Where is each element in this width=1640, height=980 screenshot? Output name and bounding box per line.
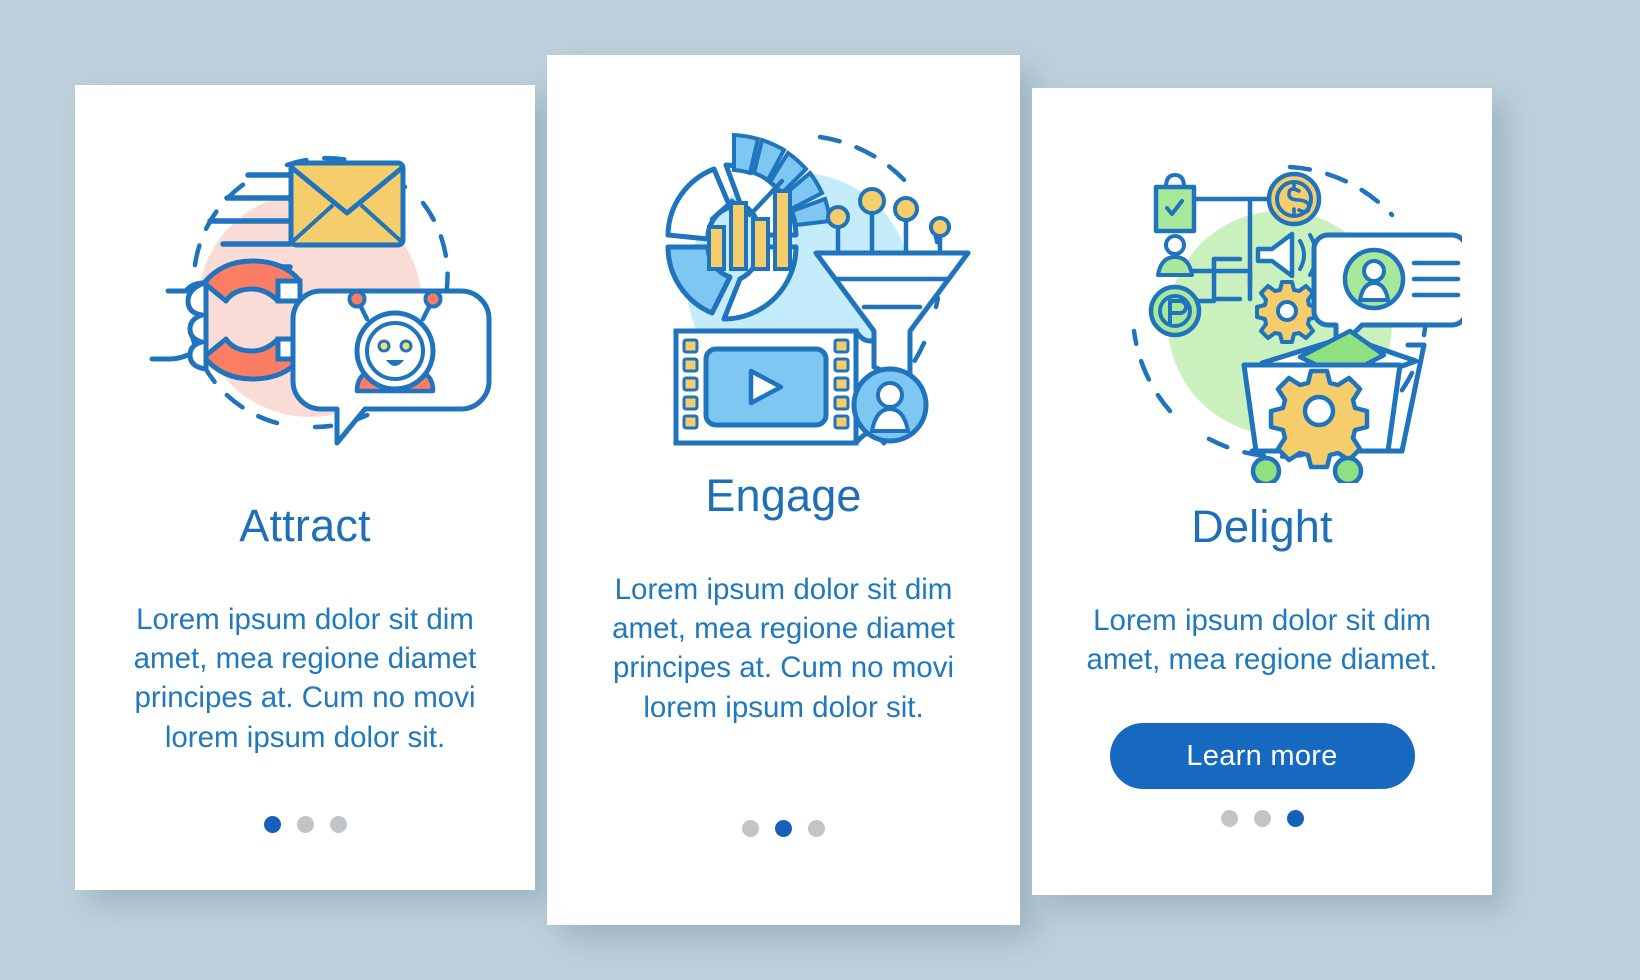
shopping-bag-check-icon <box>1153 172 1197 234</box>
pagination-dot-3[interactable] <box>1286 810 1304 827</box>
dollar-coin-icon <box>1266 171 1322 227</box>
pagination-dots-attract[interactable] <box>75 816 535 833</box>
card-body-engage: Lorem ipsum dolor sit dim amet, mea regi… <box>612 573 955 724</box>
card-title-engage: Engage <box>705 470 862 521</box>
attract-magnet-email-chatbot-icon <box>149 155 492 446</box>
onboarding-screens-stage: Attract Lorem ipsum dolor sit dim amet, … <box>0 0 1640 980</box>
pagination-dot-2[interactable] <box>1253 810 1271 827</box>
film-video-icon <box>673 328 886 446</box>
card-body-delight: Lorem ipsum dolor sit dim amet, mea regi… <box>1086 604 1438 677</box>
pagination-dots-engage[interactable] <box>547 820 1020 837</box>
pagination-dot-2[interactable] <box>296 816 314 833</box>
card-body-attract: Lorem ipsum dolor sit dim amet, mea regi… <box>133 603 477 754</box>
flag-badge-icon <box>1148 284 1202 338</box>
pagination-dot-3[interactable] <box>329 816 347 833</box>
card-title-attract: Attract <box>239 500 371 551</box>
gear-small-icon <box>1255 280 1319 344</box>
delight-cart-feedback-rewards-icon <box>1131 164 1462 483</box>
learn-more-button[interactable]: Learn more <box>1109 723 1415 790</box>
onboarding-card-delight[interactable]: Delight Lorem ipsum dolor sit dim amet, … <box>1032 88 1492 895</box>
chatbot-bubble-icon <box>290 288 492 446</box>
engage-illustration-wrap <box>547 55 1020 455</box>
engage-analytics-funnel-video-icon <box>665 132 970 446</box>
user-avatar-icon <box>851 366 928 444</box>
attract-illustration-wrap <box>75 85 535 485</box>
card-title-delight: Delight <box>1191 501 1333 552</box>
user-avatar-small-icon <box>1156 234 1194 277</box>
pagination-dot-1[interactable] <box>1220 810 1238 827</box>
onboarding-card-engage[interactable]: Engage Lorem ipsum dolor sit dim amet, m… <box>547 55 1020 925</box>
pagination-dot-1[interactable] <box>263 816 281 833</box>
envelope-icon <box>288 160 406 248</box>
pagination-dots-delight[interactable] <box>1032 810 1492 827</box>
onboarding-card-attract[interactable]: Attract Lorem ipsum dolor sit dim amet, … <box>75 85 535 890</box>
delight-illustration-wrap <box>1032 88 1492 488</box>
pagination-dot-3[interactable] <box>808 820 825 837</box>
pagination-dot-2[interactable] <box>775 820 792 837</box>
pagination-dot-1[interactable] <box>742 820 759 837</box>
